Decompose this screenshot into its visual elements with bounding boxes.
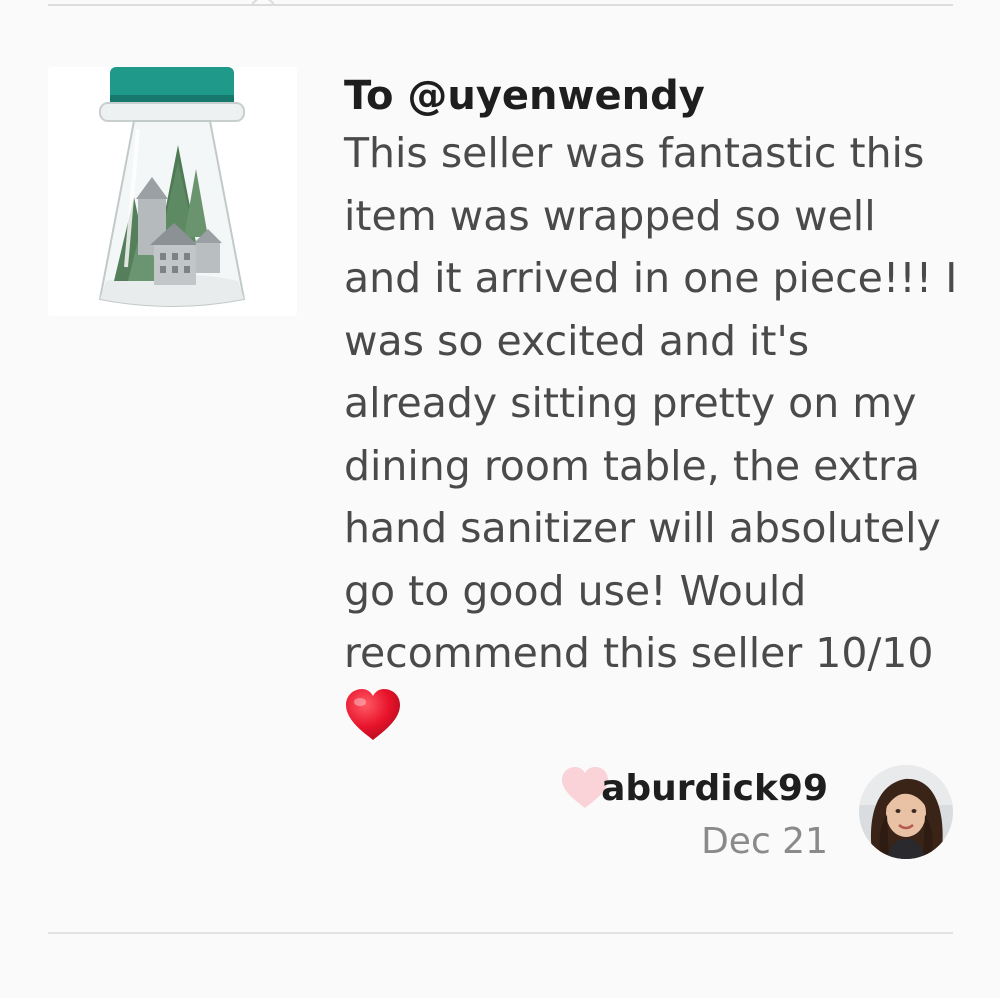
review-text-line: recommend this seller 10/10	[344, 629, 934, 677]
review-text-line: go to good use! Would	[344, 566, 807, 615]
review-author-row: aburdick99 Dec 21	[560, 762, 830, 862]
avatar[interactable]	[859, 765, 953, 859]
review-text-line: was so excited and it's	[344, 316, 810, 365]
product-image[interactable]	[48, 67, 297, 316]
red-heart-emoji-icon	[344, 688, 402, 742]
review-content: To @uyenwendy This seller was fantastic …	[344, 70, 964, 685]
review-date: Dec 21	[701, 821, 828, 862]
review-text-line: and it arrived in one piece!!! I	[344, 254, 958, 302]
review-text: This seller was fantastic this item was …	[344, 122, 964, 685]
review-page: To @uyenwendy This seller was fantastic …	[0, 0, 1000, 998]
review-text-line: hand sanitizer will absolutely	[344, 504, 941, 552]
review-recipient[interactable]: To @uyenwendy	[344, 70, 964, 122]
review-text-line: already sitting pretty on my	[344, 379, 917, 427]
review-text-line: item was wrapped so well	[344, 191, 876, 240]
top-divider	[48, 0, 953, 6]
author-username[interactable]: aburdick99	[601, 764, 828, 814]
review-text-line: dining room table, the extra	[344, 441, 920, 490]
divider-notch	[252, 0, 274, 4]
review-text-line: This seller was fantastic this	[344, 129, 925, 177]
bottom-divider	[48, 932, 953, 934]
